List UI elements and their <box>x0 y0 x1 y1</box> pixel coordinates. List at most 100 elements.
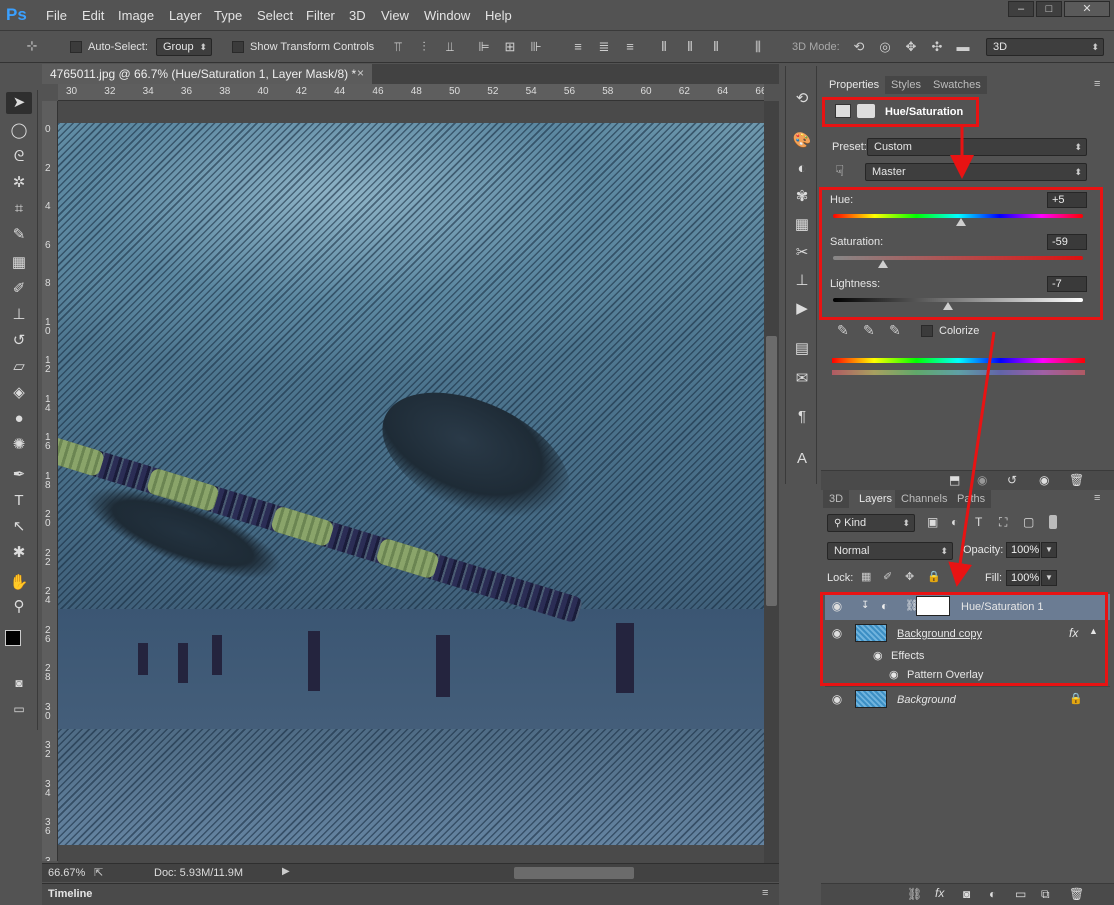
blend-mode-dropdown[interactable]: Normal <box>827 542 953 560</box>
healing-brush-icon[interactable]: ▦ <box>6 252 32 274</box>
targeted-adjustment-hand-icon[interactable]: ☟ <box>835 162 844 180</box>
menu-edit[interactable]: Edit <box>82 8 104 23</box>
layer-row-background[interactable]: ◉ Background 🔒 <box>825 686 1110 712</box>
status-arrow-icon[interactable]: ▶ <box>282 866 290 877</box>
move-tool-preset-icon[interactable]: ⊹ <box>22 38 42 54</box>
lock-pixels-icon[interactable]: ✐ <box>883 570 892 583</box>
pen-icon[interactable]: ✒ <box>6 464 32 486</box>
eyedropper-add-icon[interactable]: ✎ <box>863 322 875 339</box>
filter-toggle-icon[interactable] <box>1049 515 1057 529</box>
path-selection-icon[interactable]: ↖ <box>6 516 32 538</box>
layers-menu-icon[interactable]: ≡ <box>1094 492 1100 504</box>
add-style-icon[interactable]: fx <box>935 886 944 900</box>
menu-type[interactable]: Type <box>214 8 242 23</box>
auto-align-icon[interactable]: ⫼ <box>750 39 766 55</box>
layer-name[interactable]: Background <box>897 694 956 706</box>
filter-type-icon[interactable]: T <box>975 515 982 529</box>
fill-field[interactable]: 100% <box>1006 570 1040 586</box>
3d-rotate-icon[interactable]: ⟲ <box>850 39 868 55</box>
tab-layers[interactable]: Layers <box>853 490 899 508</box>
tab-3d[interactable]: 3D <box>823 490 850 508</box>
distribute-vcenter-icon[interactable]: ≣ <box>596 39 612 55</box>
filter-adjustment-icon[interactable]: ◐ <box>951 515 958 529</box>
lasso-icon[interactable]: ᘓ <box>6 146 32 168</box>
filter-shape-icon[interactable]: ⛶ <box>999 515 1007 530</box>
3d-mode-dropdown[interactable]: 3D <box>986 38 1104 56</box>
canvas-area[interactable] <box>58 101 764 863</box>
menu-image[interactable]: Image <box>118 8 154 23</box>
crop-icon[interactable]: ⌗ <box>6 198 32 220</box>
add-mask-icon[interactable]: ◙ <box>963 887 970 901</box>
eyedropper-icon[interactable]: ✎ <box>6 224 32 246</box>
document-image[interactable] <box>58 123 764 845</box>
zoom-level[interactable]: 66.67% <box>48 867 85 879</box>
menu-window[interactable]: Window <box>424 8 470 23</box>
minimize-button[interactable]: – <box>1008 1 1034 17</box>
screen-mode-icon[interactable]: ▭ <box>6 698 32 720</box>
opacity-dropdown-icon[interactable]: ▼ <box>1041 542 1057 558</box>
align-hcenter-icon[interactable]: ⊞ <box>502 39 518 55</box>
move-tool-icon[interactable]: ➤ <box>6 92 32 114</box>
layer-filter-dropdown[interactable]: ⚲ Kind <box>827 514 915 532</box>
magic-wand-icon[interactable]: ✲ <box>6 172 32 194</box>
menu-filter[interactable]: Filter <box>306 8 335 23</box>
tool-presets-icon[interactable]: ✂ <box>791 242 813 264</box>
lock-all-icon[interactable]: 🔒 <box>927 570 941 583</box>
eyedropper-subtract-icon[interactable]: ✎ <box>889 322 901 339</box>
horizontal-scroll-thumb[interactable] <box>514 867 634 879</box>
timeline-menu-icon[interactable]: ≡ <box>762 887 768 899</box>
adjustments-panel-icon[interactable]: ◐ <box>791 158 813 180</box>
dodge-icon[interactable]: ✺ <box>6 434 32 456</box>
tab-swatches[interactable]: Swatches <box>927 76 987 94</box>
timeline-tab[interactable]: Timeline <box>48 888 92 900</box>
menu-layer[interactable]: Layer <box>169 8 202 23</box>
elliptical-marquee-icon[interactable]: ◯ <box>6 120 32 142</box>
notes-panel-icon[interactable]: ✉ <box>791 368 813 390</box>
channel-dropdown[interactable]: Master <box>865 163 1087 181</box>
menu-view[interactable]: View <box>381 8 409 23</box>
filter-pixel-icon[interactable]: ▣ <box>927 515 938 529</box>
distribute-bottom-icon[interactable]: ≡ <box>622 39 638 55</box>
brush-icon[interactable]: ✐ <box>6 278 32 300</box>
eraser-icon[interactable]: ▱ <box>6 356 32 378</box>
tab-paths[interactable]: Paths <box>951 490 992 508</box>
tab-styles[interactable]: Styles <box>885 76 927 94</box>
align-left-icon[interactable]: ⊫ <box>476 39 492 55</box>
distribute-hcenter-icon[interactable]: ⫴ <box>682 39 698 55</box>
delete-adjustment-icon[interactable]: 🗑 <box>1069 473 1084 487</box>
auto-select-dropdown[interactable]: Group <box>156 38 212 56</box>
vertical-scroll-thumb[interactable] <box>766 336 777 606</box>
colorize-checkbox[interactable] <box>921 325 933 337</box>
share-icon[interactable]: ⇱ <box>94 866 103 879</box>
tab-properties[interactable]: Properties <box>823 76 886 94</box>
history-panel-icon[interactable]: ⟲ <box>791 88 813 110</box>
paint-bucket-icon[interactable]: ◈ <box>6 382 32 404</box>
filter-smart-object-icon[interactable]: ▢ <box>1023 515 1034 529</box>
new-adjustment-icon[interactable]: ◐ <box>989 887 996 901</box>
clip-to-layer-icon[interactable]: ⬒ <box>949 473 960 487</box>
preset-dropdown[interactable]: Custom <box>867 138 1087 156</box>
lock-position-icon[interactable]: ✥ <box>905 570 914 583</box>
hand-icon[interactable]: ✋ <box>6 572 32 594</box>
history-brush-icon[interactable]: ↺ <box>6 330 32 352</box>
maximize-button[interactable]: □ <box>1036 1 1062 17</box>
blur-icon[interactable]: ● <box>6 408 32 430</box>
link-layers-icon[interactable]: ⛓ <box>907 887 922 901</box>
visibility-eye-icon[interactable]: ◉ <box>829 692 845 706</box>
align-bottom-icon[interactable]: ⫫ <box>442 39 458 55</box>
new-group-icon[interactable]: ▭ <box>1015 887 1026 901</box>
distribute-top-icon[interactable]: ≡ <box>570 39 586 55</box>
swatches-panel-icon[interactable]: ▦ <box>791 214 813 236</box>
distribute-left-icon[interactable]: ⫴ <box>656 39 672 55</box>
clone-stamp-icon[interactable]: ⊥ <box>6 304 32 326</box>
type-tool-icon[interactable]: T <box>6 490 32 512</box>
opacity-field[interactable]: 100% <box>1006 542 1040 558</box>
show-transform-checkbox[interactable] <box>232 41 244 53</box>
menu-3d[interactable]: 3D <box>349 8 366 23</box>
delete-layer-icon[interactable]: 🗑 <box>1069 887 1084 901</box>
brush-preset-icon[interactable]: ✾ <box>791 186 813 208</box>
clone-source-icon[interactable]: ⊥ <box>791 270 813 292</box>
color-panel-icon[interactable]: 🎨 <box>791 130 813 152</box>
3d-camera-icon[interactable]: ▬ <box>954 39 972 55</box>
lock-transparent-icon[interactable]: ▦ <box>861 570 871 583</box>
